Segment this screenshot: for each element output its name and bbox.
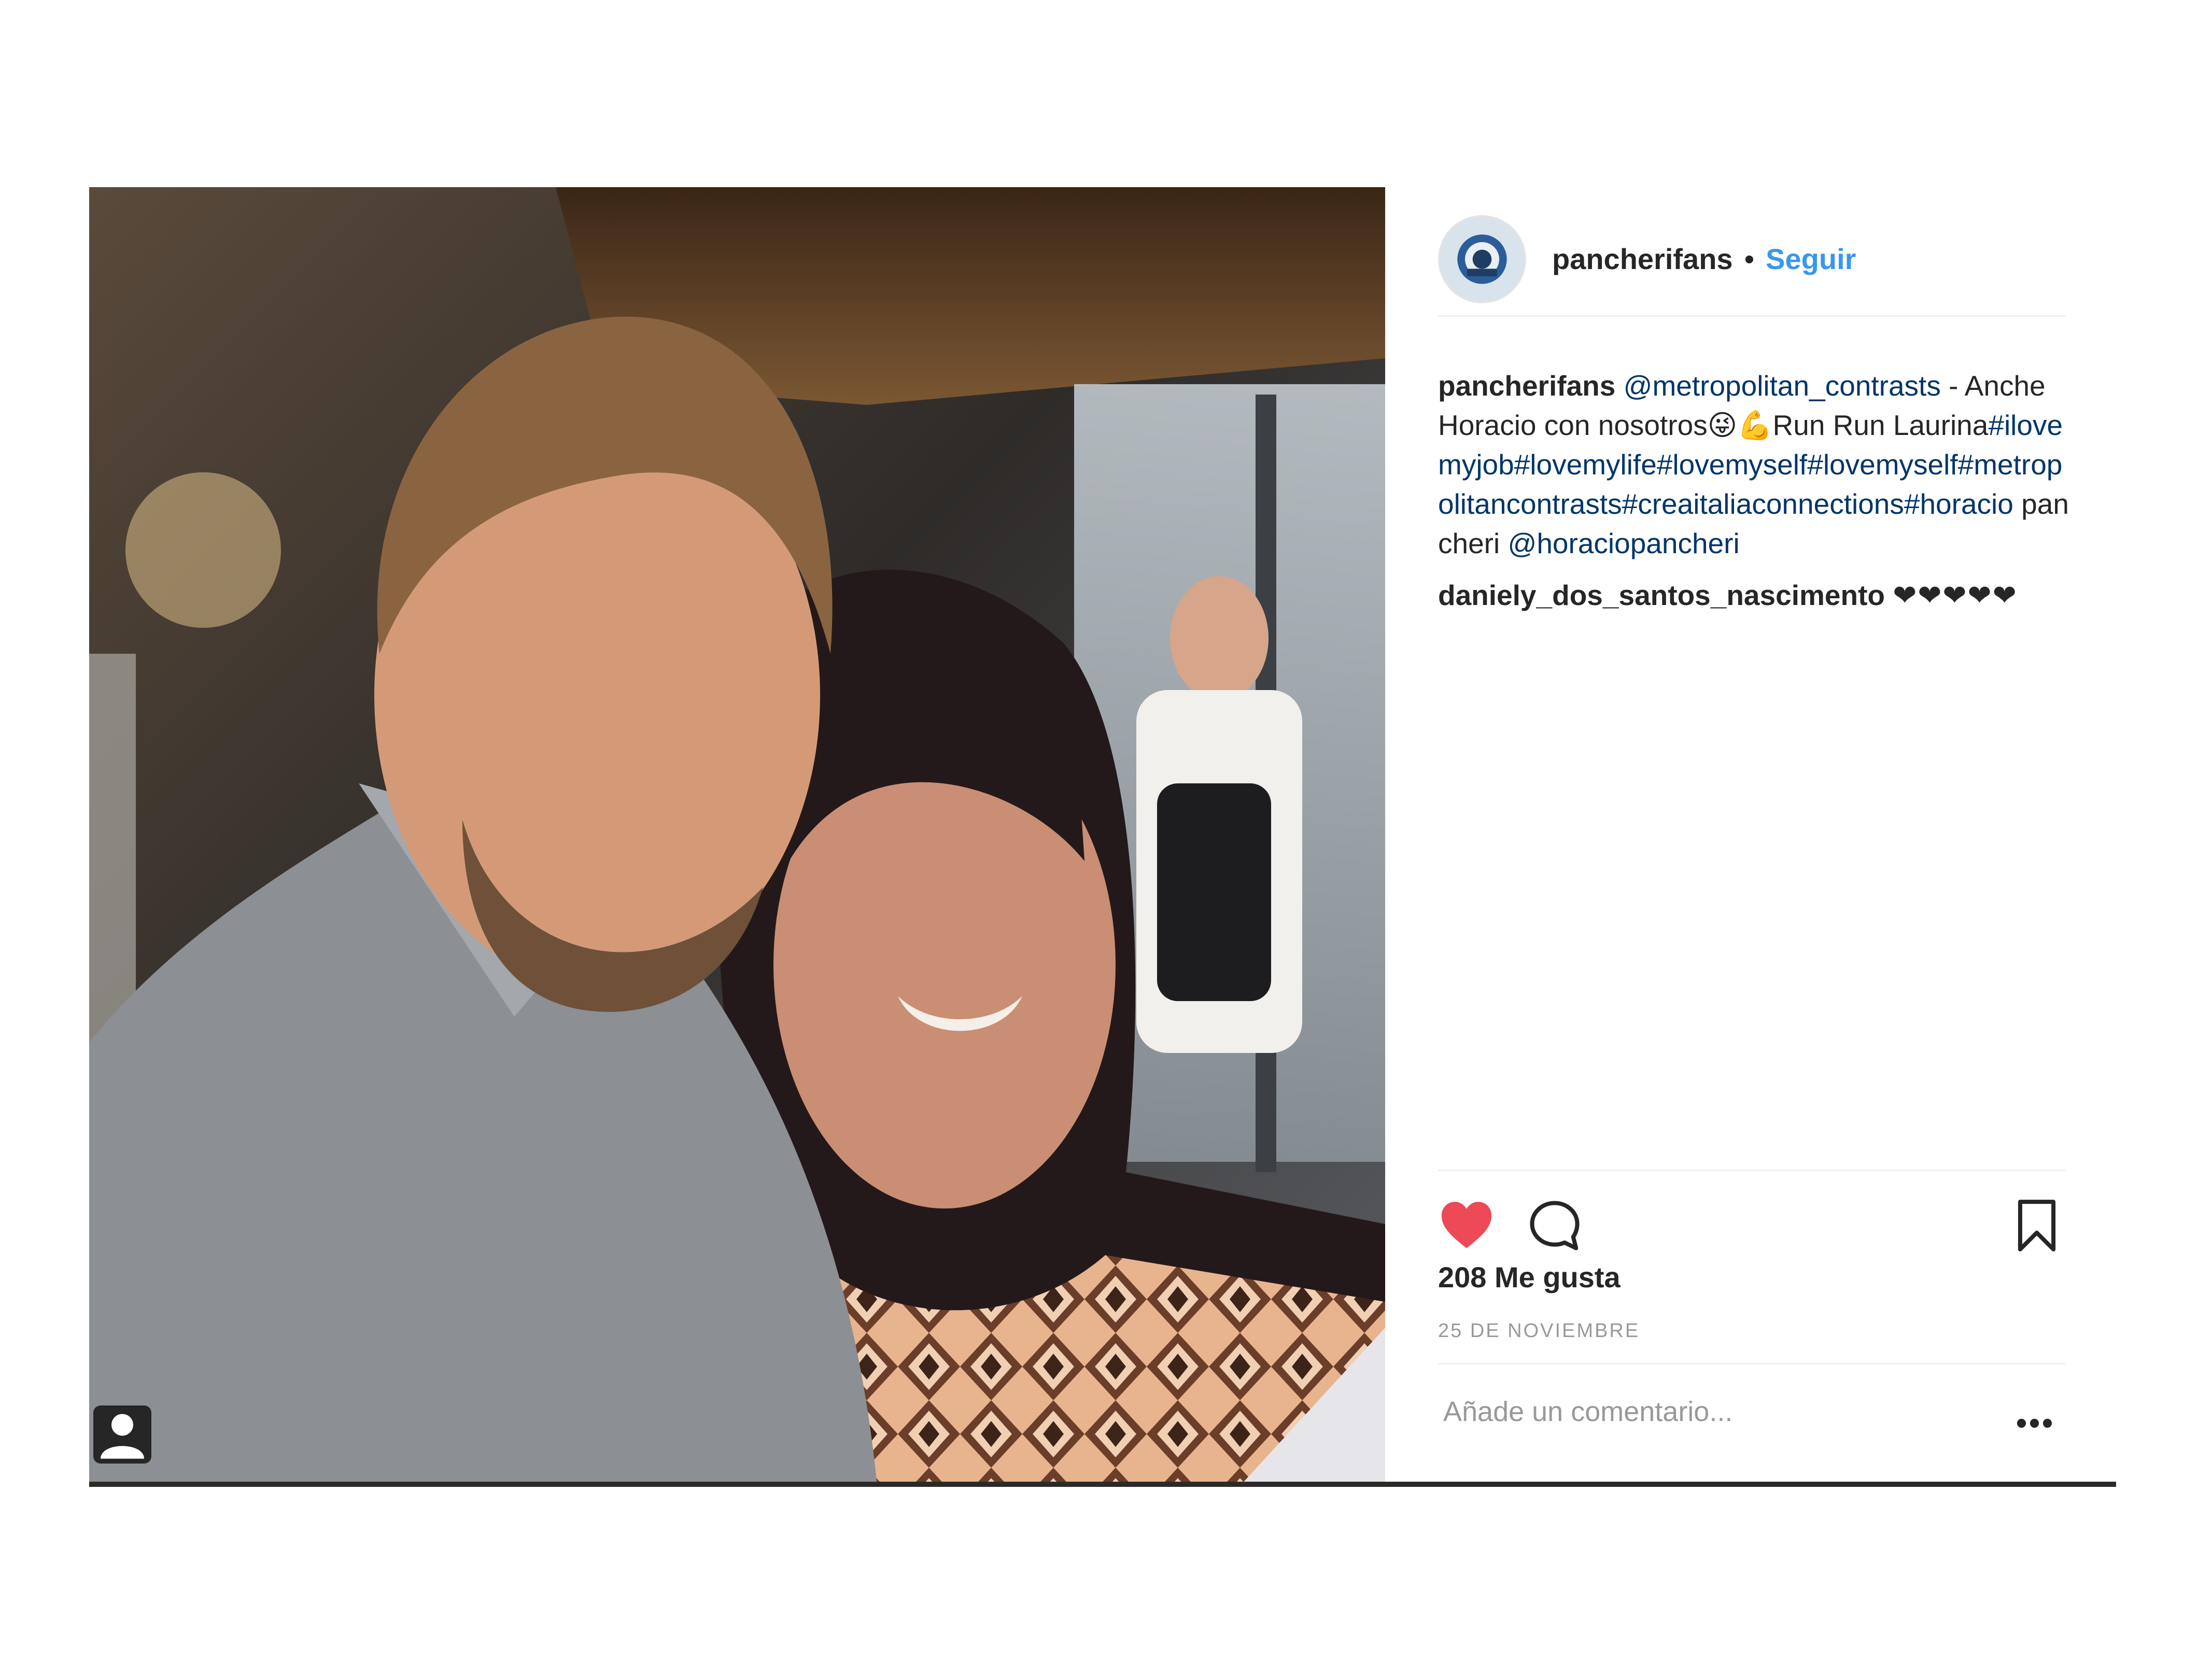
mention-link[interactable]: @horaciopancheri — [1508, 527, 1740, 559]
hashtag-link[interactable]: #lovemyself# — [1657, 448, 1823, 481]
comment-input[interactable] — [1442, 1390, 1963, 1433]
likes-count[interactable]: 208 Me gusta — [1438, 1260, 1621, 1294]
selfie-image — [89, 187, 1385, 1486]
post-header: pancherifans • Seguir — [1438, 213, 2065, 317]
hashtag-link[interactable]: #lovemylife — [1514, 448, 1657, 481]
more-options-button[interactable]: ••• — [2016, 1405, 2055, 1441]
badge-logo-icon — [1457, 234, 1507, 284]
user-tag-icon[interactable] — [93, 1405, 151, 1464]
hashtag-link[interactable]: lovemyself — [1823, 448, 1958, 481]
author-username[interactable]: pancherifans — [1552, 242, 1733, 276]
comments-list: pancherifans @metropolitan_contrasts - A… — [1438, 366, 2070, 615]
hashtag-link[interactable]: #horacio — [1904, 488, 2013, 520]
post-photo[interactable] — [89, 187, 1385, 1486]
post-caption: pancherifans @metropolitan_contrasts - A… — [1438, 366, 2070, 563]
comment-username[interactable]: daniely_dos_santos_nascimento — [1438, 579, 1885, 611]
comment-text: ❤❤❤❤❤ — [1893, 579, 2018, 611]
action-bar — [1438, 1170, 2065, 1263]
modal-bottom-edge — [89, 1482, 2116, 1487]
hashtag-link[interactable]: connections — [1752, 488, 1904, 520]
separator-dot: • — [1744, 243, 1755, 275]
mention-link[interactable]: @metropolitan_contrasts — [1624, 370, 1941, 402]
caption-author[interactable]: pancherifans — [1438, 370, 1615, 402]
comment-item: daniely_dos_santos_nascimento ❤❤❤❤❤ — [1438, 575, 2070, 615]
speech-bubble-icon[interactable] — [1526, 1197, 1583, 1254]
post-side-panel: pancherifans • Seguir pancherifans @metr… — [1385, 187, 2116, 1482]
heart-icon[interactable] — [1438, 1197, 1495, 1254]
bookmark-icon[interactable] — [2008, 1197, 2065, 1254]
hashtag-link[interactable]: #creaitalia — [1622, 488, 1752, 520]
post-date[interactable]: 25 DE NOVIEMBRE — [1438, 1320, 1640, 1342]
avatar[interactable] — [1438, 215, 1526, 303]
follow-button[interactable]: Seguir — [1766, 242, 1856, 276]
add-comment-section: ••• — [1438, 1363, 2065, 1451]
